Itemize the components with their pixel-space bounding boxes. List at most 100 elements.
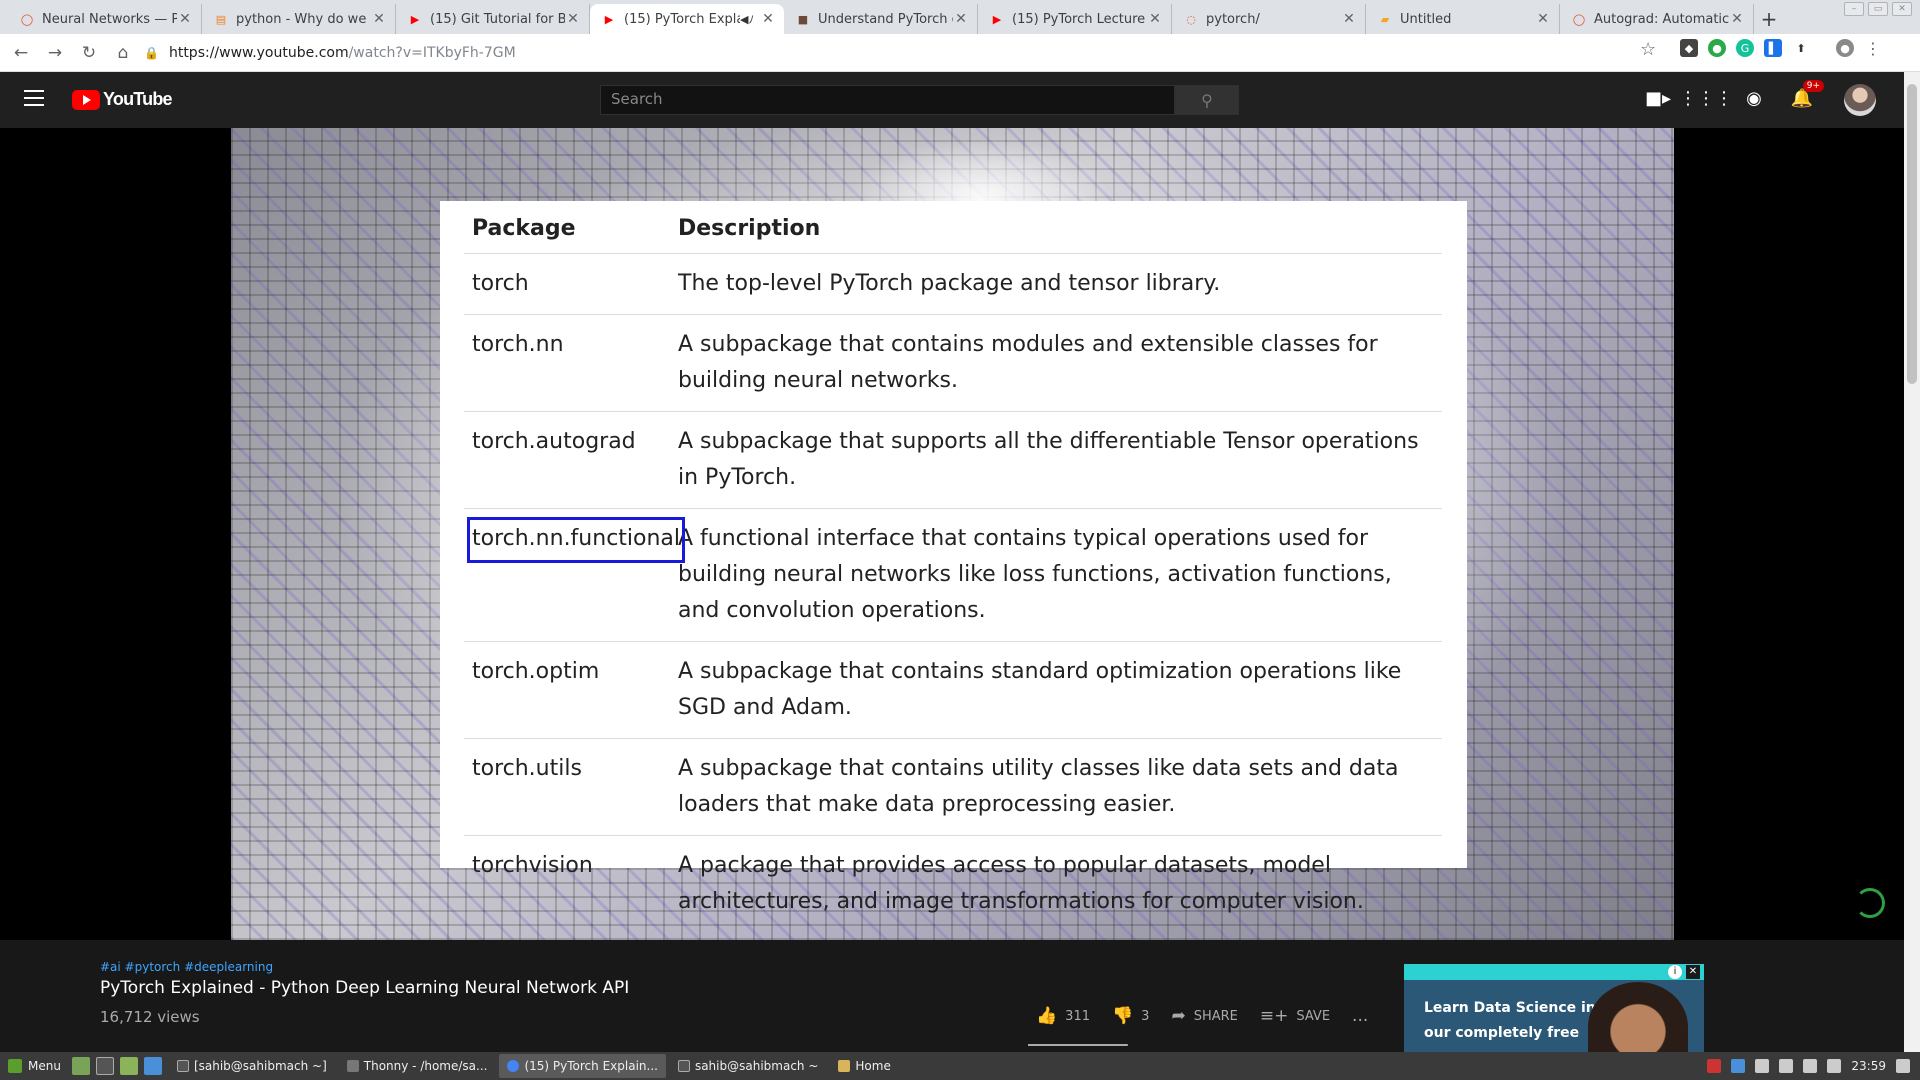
table-row-highlighted: torch.nn.functional A functional interfa… (464, 509, 1442, 642)
tab-close-icon[interactable]: ✕ (1729, 11, 1745, 27)
tab[interactable]: ▶ (15) PyTorch Lecture 0 ✕ (978, 4, 1172, 34)
back-icon[interactable]: ← (4, 36, 38, 70)
taskbar-window-label: (15) PyTorch Explain... (524, 1059, 658, 1073)
scrollbar-thumb[interactable] (1907, 84, 1917, 384)
dropbox-launcher-icon[interactable] (143, 1057, 162, 1075)
youtube-logo[interactable]: YouTube (72, 89, 173, 110)
wifi-icon[interactable] (1803, 1059, 1818, 1073)
page-scrollbar[interactable] (1904, 72, 1920, 1052)
video-player-area[interactable]: Package Description torch The top-level … (0, 128, 1904, 940)
address-bar[interactable]: 🔒 https://www.youtube.com/watch?v=ITKbyF… (144, 37, 1660, 69)
create-video-icon[interactable]: ■▸ (1645, 86, 1671, 110)
profile-avatar-icon[interactable]: ● (1836, 39, 1854, 57)
show-desktop-icon[interactable] (71, 1057, 90, 1075)
window-controls: – ▭ ✕ (1844, 2, 1912, 16)
like-ratio-bar (1028, 1044, 1128, 1046)
taskbar-window[interactable]: Home (830, 1054, 898, 1078)
start-menu-button[interactable]: Menu (0, 1052, 69, 1080)
ad-close-icon[interactable]: ✕ (1686, 965, 1700, 979)
bluetooth-icon[interactable] (1755, 1059, 1770, 1073)
taskbar-window-active[interactable]: (15) PyTorch Explain... (499, 1054, 666, 1078)
tab-close-icon[interactable]: ✕ (565, 11, 581, 27)
share-button[interactable]: ➦ SHARE (1171, 1006, 1237, 1026)
more-actions-button[interactable]: ... (1352, 1006, 1368, 1026)
tab-close-icon[interactable]: ✕ (1535, 11, 1551, 27)
video-hashtags[interactable]: #ai #pytorch #deeplearning (100, 960, 273, 974)
clock[interactable]: 23:59 (1851, 1059, 1886, 1073)
user-icon[interactable] (1779, 1059, 1794, 1073)
reload-icon[interactable]: ↻ (72, 36, 106, 70)
battery-icon[interactable] (1827, 1059, 1842, 1073)
ad-line-2: our completely free (1424, 1025, 1580, 1041)
extension-shield-icon[interactable]: ◆ (1680, 39, 1698, 57)
hamburger-menu-icon[interactable] (24, 90, 44, 111)
home-icon[interactable]: ⌂ (106, 36, 140, 70)
terminal-launcher-icon[interactable] (95, 1057, 114, 1075)
ad-text: Learn Data Science in our completely fre… (1424, 996, 1596, 1046)
tab[interactable]: ▶ (15) Git Tutorial for Beg ✕ (396, 4, 590, 34)
forward-icon[interactable]: → (38, 36, 72, 70)
tab[interactable]: ■ Understand PyTorch co ✕ (784, 4, 978, 34)
tab-close-icon[interactable]: ✕ (1341, 11, 1357, 27)
terminal-icon (176, 1060, 189, 1072)
speaker-muted-icon[interactable]: ◀ﾉ (740, 11, 754, 27)
package-cell: torchvision (472, 853, 593, 878)
refresh-overlay-icon[interactable] (1855, 888, 1885, 918)
sidebar-ad[interactable]: i ✕ Learn Data Science in our completely… (1404, 964, 1704, 1052)
extension-evernote-icon[interactable]: ● (1708, 39, 1726, 57)
video-frame[interactable]: Package Description torch The top-level … (231, 128, 1674, 940)
taskbar-window[interactable]: [sahib@sahibmach ~] (169, 1054, 335, 1078)
tab-favicon-icon: ▶ (410, 12, 420, 26)
account-avatar[interactable] (1844, 84, 1876, 116)
header-actions: ■▸ ⋮⋮⋮ ◉ 🔔 9+ (1645, 80, 1824, 110)
table-row: torch.optim A subpackage that contains s… (464, 642, 1442, 739)
tab[interactable]: ▰ Untitled ✕ (1366, 4, 1560, 34)
search-input[interactable]: Search (600, 85, 1175, 115)
tab[interactable]: ◯ Autograd: Automatic D ✕ (1560, 4, 1754, 34)
tab-favicon-icon: ▶ (604, 12, 614, 26)
tab[interactable]: ▤ python - Why do we nee ✕ (202, 4, 396, 34)
tab-close-icon[interactable]: ✕ (760, 11, 776, 27)
tab-title: (15) PyTorch Lecture 0 (1012, 11, 1147, 27)
messages-icon[interactable]: ◉ (1742, 86, 1766, 110)
taskbar-window[interactable]: Thonny - /home/sa... (339, 1054, 496, 1078)
extension-pin-icon[interactable]: ⬆ (1792, 39, 1810, 57)
tab-favicon-icon: ■ (797, 12, 809, 26)
security-shield-icon[interactable] (1707, 1059, 1722, 1073)
taskbar-window-label: [sahib@sahibmach ~] (193, 1059, 327, 1073)
files-launcher-icon[interactable] (119, 1057, 138, 1075)
tab-title: python - Why do we nee (236, 11, 371, 27)
taskbar-window[interactable]: sahib@sahibmach ~ (670, 1054, 826, 1078)
tab-close-icon[interactable]: ✕ (371, 11, 387, 27)
tab-close-icon[interactable]: ✕ (953, 11, 969, 27)
apps-grid-icon[interactable]: ⋮⋮⋮ (1679, 86, 1733, 110)
menu-kebab-icon[interactable]: ⋮ (1864, 39, 1882, 58)
new-tab-button[interactable]: + (1754, 4, 1784, 34)
tab-close-icon[interactable]: ✕ (1147, 11, 1163, 27)
maximize-icon[interactable]: ▭ (1868, 2, 1888, 16)
ad-info-icon[interactable]: i (1668, 965, 1682, 979)
dislike-count: 3 (1141, 1008, 1150, 1024)
tab[interactable]: ◌ pytorch/ ✕ (1172, 4, 1366, 34)
like-button[interactable]: 👍 311 (1036, 1006, 1090, 1026)
video-title: PyTorch Explained - Python Deep Learning… (100, 978, 630, 998)
tab-close-icon[interactable]: ✕ (177, 11, 193, 27)
notifications-bell-icon[interactable]: 🔔 9+ (1790, 80, 1824, 110)
volume-icon[interactable] (1896, 1059, 1910, 1073)
close-window-icon[interactable]: ✕ (1892, 2, 1912, 16)
extension-grammarly-icon[interactable]: G (1736, 39, 1754, 57)
description-cell: A package that provides access to popula… (678, 853, 1364, 914)
tab-active[interactable]: ▶ (15) PyTorch Explai ◀ﾉ ✕ (590, 4, 784, 34)
tab[interactable]: ◯ Neural Networks — Py ✕ (8, 4, 202, 34)
extension-bookmark-icon[interactable]: ▌ (1764, 39, 1782, 57)
tab-loading-icon: ◌ (1186, 12, 1196, 26)
dropbox-tray-icon[interactable] (1731, 1059, 1746, 1073)
save-button[interactable]: ≡+ SAVE (1260, 1006, 1330, 1026)
package-table: Package Description torch The top-level … (464, 201, 1442, 932)
search-button[interactable]: ⚲ (1175, 85, 1239, 115)
minimize-icon[interactable]: – (1844, 2, 1864, 16)
bookmark-star-icon[interactable]: ☆ (1640, 39, 1656, 60)
taskbar-window-label: Thonny - /home/sa... (363, 1059, 488, 1073)
table-row: torch.utils A subpackage that contains u… (464, 739, 1442, 836)
dislike-button[interactable]: 👎 3 (1112, 1006, 1149, 1026)
